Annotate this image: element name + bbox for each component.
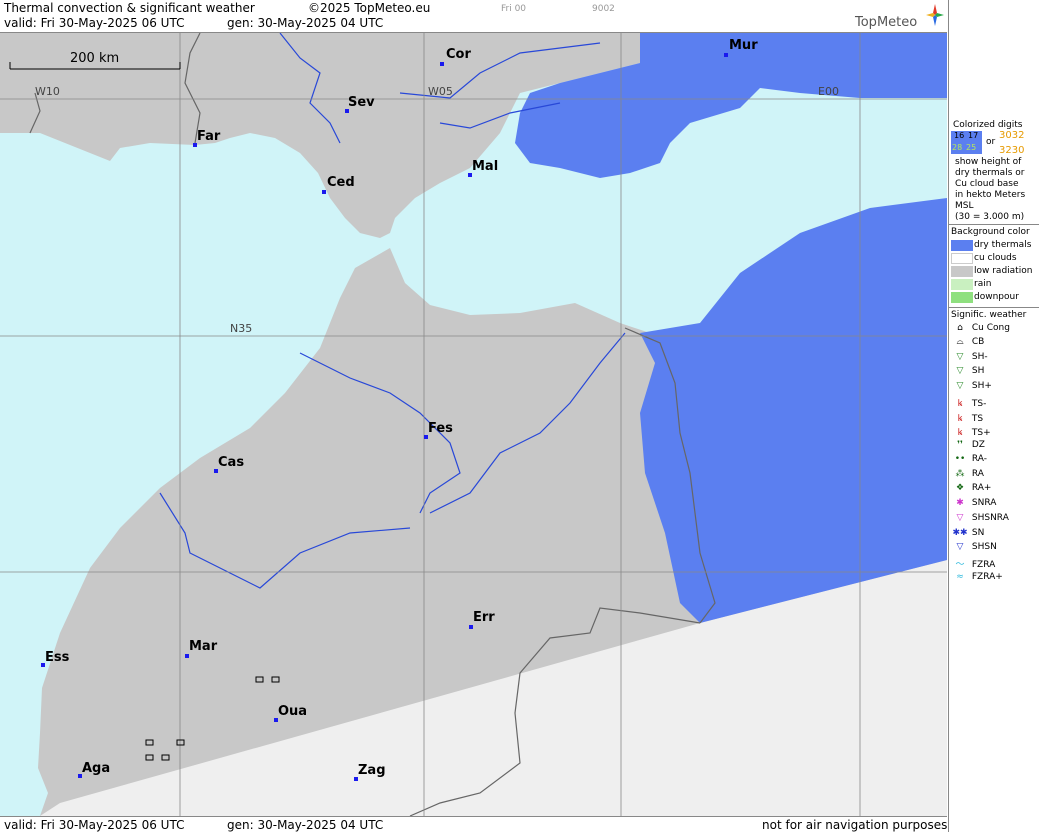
city-cas[interactable]: Cas <box>218 455 244 470</box>
bg-item-rain: rain <box>951 279 991 291</box>
city-cor[interactable]: Cor <box>446 47 471 62</box>
header-bar: Thermal convection & significant weather… <box>0 0 947 33</box>
sig-item-fzra-plus: ≈ FZRA+ <box>956 572 1003 582</box>
city-mar[interactable]: Mar <box>189 639 217 654</box>
bg-item-dry: dry thermals <box>951 240 1031 252</box>
sig-item-ts: ꝃ TS <box>957 414 984 424</box>
sig-item-shsnra: ▽ SHSNRA <box>956 513 1009 523</box>
sig-item-ra-plus: ❖ RA+ <box>955 483 992 493</box>
compass-star-icon <box>926 4 944 26</box>
sig-item-ts-plus: ꝃ TS+ <box>957 428 991 438</box>
copyright: ©2025 TopMeteo.eu <box>308 1 431 15</box>
digits-description: show height of dry thermals or Cu cloud … <box>955 157 1026 222</box>
sig-item-ra: ⁂ RA <box>955 469 984 479</box>
bg-item-low: low radiation <box>951 266 1032 278</box>
grid-label-n35: N35 <box>230 322 253 335</box>
sig-item-ra-minus: •• RA- <box>954 454 987 464</box>
sig-item-sh-plus: ▽ SH+ <box>956 381 992 391</box>
digits-title: Colorized digits <box>953 120 1023 130</box>
bg-item-downpour: downpour <box>951 292 1019 304</box>
bg-item-cu: cu clouds <box>951 253 1017 265</box>
background-legend: Background color dry thermals cu clouds … <box>951 227 1039 303</box>
city-fes[interactable]: Fes <box>428 421 453 436</box>
sig-item-shsn: ▽ SHSN <box>956 542 997 552</box>
map-canvas <box>0 33 947 816</box>
footer-generated-time: gen: 30-May-2025 04 UTC <box>227 818 384 832</box>
frame-label: Fri 00 <box>501 4 527 14</box>
topmeteo-logo: TopMeteo <box>855 2 945 30</box>
grid-label-w10: W10 <box>35 85 60 98</box>
grid-label-e00: E00 <box>818 85 839 98</box>
bg-title: Background color <box>951 227 1030 237</box>
city-err[interactable]: Err <box>473 610 495 625</box>
footer-valid-time: valid: Fri 30-May-2025 06 UTC <box>4 818 185 832</box>
sig-item-cucong: ⌂ Cu Cong <box>957 323 1010 333</box>
map-area[interactable]: W10 W05 E00 N35 200 km Cor Mur Sev Far M… <box>0 33 947 816</box>
generated-time: gen: 30-May-2025 04 UTC <box>227 16 384 30</box>
city-sev[interactable]: Sev <box>348 95 375 110</box>
disclaimer: not for air navigation purposes <box>762 818 948 832</box>
scale-label: 200 km <box>70 51 120 66</box>
sig-item-snra: ✱ SNRA <box>956 498 997 508</box>
sig-item-sn: ✱✱ SN <box>952 528 985 538</box>
city-aga[interactable]: Aga <box>82 761 110 776</box>
city-ess[interactable]: Ess <box>45 650 69 665</box>
brand-name: TopMeteo <box>855 15 918 30</box>
sig-item-dz: ❜❜ DZ <box>957 440 985 450</box>
sig-item-ts-minus: ꝃ TS- <box>957 399 987 409</box>
sig-item-fzra: 〜 FZRA <box>955 560 996 570</box>
sig-item-sh: ▽ SH <box>956 366 985 376</box>
digits-sample-swatch: 16 17 28 25 <box>951 131 982 154</box>
map-title: Thermal convection & significant weather <box>4 1 255 15</box>
sigwx-legend: Signific. weather ⌂ Cu Cong ⌓ CB ▽ SH- ▽… <box>951 310 1039 582</box>
city-oua[interactable]: Oua <box>278 704 307 719</box>
sig-title: Signific. weather <box>951 310 1027 320</box>
grid-label-w05: W05 <box>428 85 453 98</box>
valid-time: valid: Fri 30-May-2025 06 UTC <box>4 16 185 30</box>
city-mur[interactable]: Mur <box>729 38 758 53</box>
sig-item-sh-minus: ▽ SH- <box>956 352 988 362</box>
sig-item-cb: ⌓ CB <box>956 337 985 347</box>
city-far[interactable]: Far <box>197 129 220 144</box>
city-ced[interactable]: Ced <box>327 175 355 190</box>
legend-panel: Colorized digits 16 17 28 25 or 3032 323… <box>948 0 1039 832</box>
frame-code: 9002 <box>592 4 615 14</box>
city-mal[interactable]: Mal <box>472 159 498 174</box>
footer-bar: valid: Fri 30-May-2025 06 UTC gen: 30-Ma… <box>0 816 947 833</box>
dry-thermals-algeria <box>640 198 947 623</box>
city-zag[interactable]: Zag <box>358 763 386 778</box>
